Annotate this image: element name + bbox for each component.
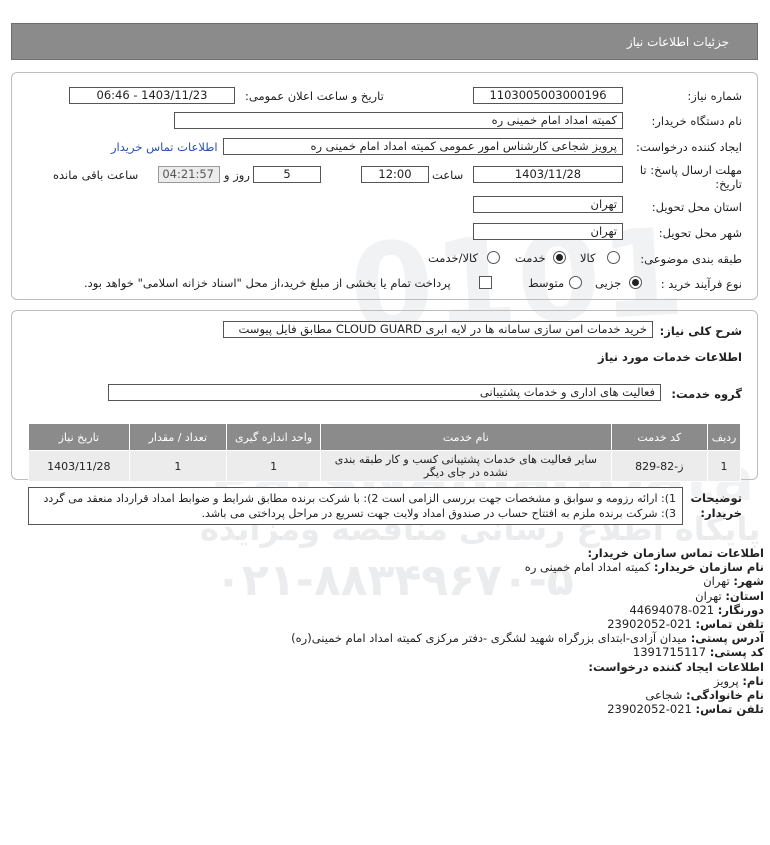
category-option-service: خدمت bbox=[515, 251, 546, 265]
province-field: تهران bbox=[473, 196, 623, 213]
service-group-field: فعالیت های اداری و خدمات پشتیبانی bbox=[108, 384, 661, 401]
days-field: 5 bbox=[253, 166, 321, 183]
notes-label-2: خریدار: bbox=[700, 506, 742, 520]
buyer-contact-link[interactable]: اطلاعات تماس خریدار bbox=[111, 140, 218, 154]
contact-postal: 1391715117 bbox=[632, 645, 707, 660]
table-row: 1 ز-82-829 سایر فعالیت های خدمات پشتیبان… bbox=[28, 450, 741, 482]
page-title: جزئیات اطلاعات نیاز bbox=[626, 35, 729, 49]
summary-field: خرید خدمات امن سازی سامانه ها در لایه اب… bbox=[223, 321, 653, 338]
deadline-time-field: 12:00 bbox=[361, 166, 429, 183]
announce-label: تاریخ و ساعت اعلان عمومی: bbox=[245, 89, 384, 103]
creator-field: پرویز شجاعی کارشناس امور عمومی کمیته امد… bbox=[223, 138, 623, 155]
cell-unit: 1 bbox=[225, 450, 322, 482]
contact-province-label: استان: bbox=[725, 588, 764, 603]
creator-phone-label: تلفن تماس: bbox=[695, 702, 764, 717]
contact-fax: 021-44694078 bbox=[629, 602, 715, 617]
contact-org-label: نام سازمان خریدار: bbox=[653, 560, 764, 575]
creator-phone: 021-23902052 bbox=[607, 702, 692, 717]
col-unit-header: واحد اندازه گیری bbox=[225, 423, 322, 451]
creator-family: شجاعی bbox=[645, 688, 683, 703]
treasury-checkbox[interactable] bbox=[479, 276, 492, 289]
category-label: طبقه بندی موضوعی: bbox=[640, 252, 742, 266]
col-row-header: ردیف bbox=[707, 423, 741, 451]
cell-row: 1 bbox=[707, 450, 741, 482]
contact-section: اطلاعات تماس سازمان خریدار: نام سازمان خ… bbox=[64, 546, 764, 716]
category-radio-service[interactable] bbox=[553, 251, 566, 264]
cell-code: ز-82-829 bbox=[610, 450, 709, 482]
deadline-time-label: ساعت bbox=[432, 168, 464, 182]
category-radio-goods-service[interactable] bbox=[487, 251, 500, 264]
table-header-row: ردیف کد خدمت نام خدمت واحد اندازه گیری ت… bbox=[28, 423, 741, 451]
contact-city: تهران bbox=[703, 574, 730, 589]
cell-qty: 1 bbox=[128, 450, 227, 482]
deadline-date-label: تاریخ: bbox=[715, 177, 742, 191]
service-group-label: گروه خدمت: bbox=[671, 387, 742, 401]
col-name-header: نام خدمت bbox=[320, 423, 612, 451]
contact-title: اطلاعات تماس سازمان خریدار: bbox=[587, 546, 764, 560]
process-radio-minor[interactable] bbox=[629, 276, 642, 289]
creator-name-label: نام: bbox=[742, 673, 764, 688]
announce-field: 1403/11/23 - 06:46 bbox=[69, 87, 235, 104]
category-option-goods: کالا bbox=[580, 251, 596, 265]
category-option-goods-service: کالا/خدمت bbox=[428, 251, 479, 265]
buyer-org-label: نام دستگاه خریدار: bbox=[651, 114, 742, 128]
contact-phone: 021-23902052 bbox=[607, 617, 692, 632]
contact-postal-label: کد پستی: bbox=[709, 645, 764, 660]
deadline-date-field: 1403/11/28 bbox=[473, 166, 623, 183]
category-radio-goods[interactable] bbox=[607, 251, 620, 264]
remaining-time-field: 04:21:57 bbox=[158, 166, 220, 183]
col-date-header: تاریخ نیاز bbox=[28, 423, 130, 451]
page-header: جزئیات اطلاعات نیاز bbox=[11, 23, 758, 60]
col-code-header: کد خدمت bbox=[610, 423, 709, 451]
notes-label: توضیحات bbox=[690, 491, 743, 505]
contact-phone-label: تلفن تماس: bbox=[695, 617, 764, 632]
contact-fax-label: دورنگار: bbox=[717, 602, 764, 617]
services-table: ردیف کد خدمت نام خدمت واحد اندازه گیری ت… bbox=[28, 423, 741, 482]
process-option-medium: متوسط bbox=[528, 276, 565, 290]
treasury-text: پرداخت تمام یا بخشی از مبلغ خرید،از محل … bbox=[84, 276, 451, 290]
contact-city-label: شهر: bbox=[733, 574, 764, 589]
days-label: روز و bbox=[224, 168, 250, 182]
creator-info-title: اطلاعات ایجاد کننده درخواست: bbox=[588, 659, 764, 674]
contact-address-label: آدرس پستی: bbox=[690, 631, 764, 646]
need-number-field: 1103005003000196 bbox=[473, 87, 623, 104]
need-number-label: شماره نیاز: bbox=[687, 89, 742, 103]
contact-province: تهران bbox=[695, 588, 722, 603]
creator-label: ایجاد کننده درخواست: bbox=[636, 140, 742, 154]
process-option-minor: جزیی bbox=[595, 276, 622, 290]
contact-address: میدان آزادی-ابتدای بزرگراه شهید لشگری -د… bbox=[291, 631, 688, 646]
creator-name: پرویز bbox=[714, 673, 739, 688]
buyer-org-field: کمیته امداد امام خمینی ره bbox=[174, 112, 623, 129]
deadline-label: مهلت ارسال پاسخ: تا bbox=[639, 163, 742, 177]
cell-name: سایر فعالیت های خدمات پشتیبانی کسب و کار… bbox=[320, 450, 612, 482]
city-label: شهر محل تحویل: bbox=[658, 226, 742, 240]
services-title: اطلاعات خدمات مورد نیاز bbox=[598, 350, 742, 364]
col-qty-header: تعداد / مقدار bbox=[128, 423, 227, 451]
contact-org: کمیته امداد امام خمینی ره bbox=[524, 560, 651, 575]
process-radio-medium[interactable] bbox=[569, 276, 582, 289]
process-label: نوع فرآیند خرید : bbox=[660, 277, 742, 291]
creator-family-label: نام خانوادگی: bbox=[686, 688, 764, 703]
cell-date: 1403/11/28 bbox=[28, 450, 130, 482]
province-label: استان محل تحویل: bbox=[651, 200, 742, 214]
remaining-label: ساعت باقی مانده bbox=[53, 168, 139, 182]
summary-label: شرح کلی نیاز: bbox=[659, 324, 742, 338]
city-field: تهران bbox=[473, 223, 623, 240]
notes-field: 1): ارائه رزومه و سوابق و مشخصات جهت برر… bbox=[28, 487, 683, 525]
